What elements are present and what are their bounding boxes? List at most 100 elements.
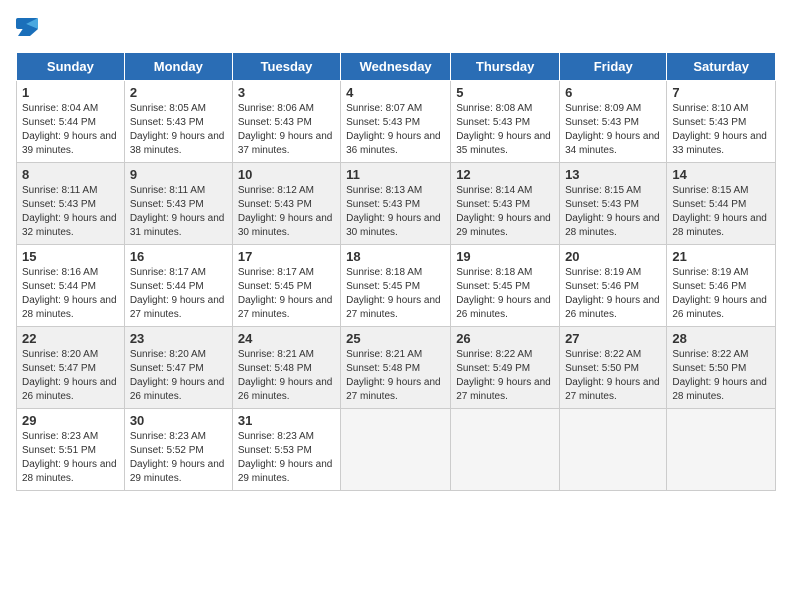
day-number: 28 xyxy=(672,331,770,346)
day-info: Sunrise: 8:23 AMSunset: 5:52 PMDaylight:… xyxy=(130,430,227,486)
calendar-day-cell: 28 Sunrise: 8:22 AMSunset: 5:50 PMDayligh… xyxy=(667,327,776,409)
day-info: Sunrise: 8:11 AMSunset: 5:43 PMDaylight:… xyxy=(22,184,119,240)
day-number: 4 xyxy=(346,85,445,100)
day-number: 17 xyxy=(238,249,335,264)
day-info: Sunrise: 8:23 AMSunset: 5:53 PMDaylight:… xyxy=(238,430,335,486)
day-number: 2 xyxy=(130,85,227,100)
day-info: Sunrise: 8:04 AMSunset: 5:44 PMDaylight:… xyxy=(22,102,119,158)
calendar-day-cell: 4 Sunrise: 8:07 AMSunset: 5:43 PMDaylight… xyxy=(341,81,451,163)
day-number: 18 xyxy=(346,249,445,264)
calendar-day-cell xyxy=(667,409,776,491)
calendar-day-cell: 24 Sunrise: 8:21 AMSunset: 5:48 PMDayligh… xyxy=(232,327,340,409)
day-number: 6 xyxy=(565,85,661,100)
day-number: 25 xyxy=(346,331,445,346)
calendar-day-cell: 6 Sunrise: 8:09 AMSunset: 5:43 PMDaylight… xyxy=(560,81,667,163)
calendar-day-cell: 26Sunrise: 8:22 AMSunset: 5:49 PMDayligh… xyxy=(451,327,560,409)
calendar-week-row: 1 Sunrise: 8:04 AMSunset: 5:44 PMDaylight… xyxy=(17,81,776,163)
calendar-day-cell: 10 Sunrise: 8:12 AMSunset: 5:43 PMDayligh… xyxy=(232,163,340,245)
day-info: Sunrise: 8:09 AMSunset: 5:43 PMDaylight:… xyxy=(565,102,661,158)
day-number: 19 xyxy=(456,249,554,264)
day-header-thursday: Thursday xyxy=(451,53,560,81)
day-info: Sunrise: 8:12 AMSunset: 5:43 PMDaylight:… xyxy=(238,184,335,240)
calendar-day-cell: 8 Sunrise: 8:11 AMSunset: 5:43 PMDaylight… xyxy=(17,163,125,245)
calendar-week-row: 22Sunrise: 8:20 AMSunset: 5:47 PMDayligh… xyxy=(17,327,776,409)
day-info: Sunrise: 8:19 AMSunset: 5:46 PMDaylight:… xyxy=(565,266,661,322)
calendar-day-cell: 1 Sunrise: 8:04 AMSunset: 5:44 PMDaylight… xyxy=(17,81,125,163)
day-number: 21 xyxy=(672,249,770,264)
day-number: 20 xyxy=(565,249,661,264)
calendar-day-cell: 30 Sunrise: 8:23 AMSunset: 5:52 PMDayligh… xyxy=(124,409,232,491)
day-info: Sunrise: 8:20 AMSunset: 5:47 PMDaylight:… xyxy=(130,348,227,404)
calendar-day-cell: 23 Sunrise: 8:20 AMSunset: 5:47 PMDayligh… xyxy=(124,327,232,409)
calendar-day-cell: 19 Sunrise: 8:18 AMSunset: 5:45 PMDayligh… xyxy=(451,245,560,327)
day-info: Sunrise: 8:17 AMSunset: 5:44 PMDaylight:… xyxy=(130,266,227,322)
calendar-day-cell: 22Sunrise: 8:20 AMSunset: 5:47 PMDayligh… xyxy=(17,327,125,409)
general-blue-icon xyxy=(16,18,38,36)
day-info: Sunrise: 8:14 AMSunset: 5:43 PMDaylight:… xyxy=(456,184,554,240)
day-info: Sunrise: 8:22 AMSunset: 5:50 PMDaylight:… xyxy=(672,348,770,404)
day-header-sunday: Sunday xyxy=(17,53,125,81)
calendar-day-cell: 13 Sunrise: 8:15 AMSunset: 5:43 PMDayligh… xyxy=(560,163,667,245)
day-number: 8 xyxy=(22,167,119,182)
calendar-day-cell: 31 Sunrise: 8:23 AMSunset: 5:53 PMDayligh… xyxy=(232,409,340,491)
calendar-day-cell: 5 Sunrise: 8:08 AMSunset: 5:43 PMDaylight… xyxy=(451,81,560,163)
day-number: 3 xyxy=(238,85,335,100)
day-number: 9 xyxy=(130,167,227,182)
calendar-day-cell: 16 Sunrise: 8:17 AMSunset: 5:44 PMDayligh… xyxy=(124,245,232,327)
day-info: Sunrise: 8:19 AMSunset: 5:46 PMDaylight:… xyxy=(672,266,770,322)
day-info: Sunrise: 8:18 AMSunset: 5:45 PMDaylight:… xyxy=(456,266,554,322)
calendar-day-cell: 7 Sunrise: 8:10 AMSunset: 5:43 PMDaylight… xyxy=(667,81,776,163)
day-number: 23 xyxy=(130,331,227,346)
calendar-day-cell: 18 Sunrise: 8:18 AMSunset: 5:45 PMDayligh… xyxy=(341,245,451,327)
day-info: Sunrise: 8:15 AMSunset: 5:44 PMDaylight:… xyxy=(672,184,770,240)
calendar-week-row: 8 Sunrise: 8:11 AMSunset: 5:43 PMDaylight… xyxy=(17,163,776,245)
calendar-day-cell: 27 Sunrise: 8:22 AMSunset: 5:50 PMDayligh… xyxy=(560,327,667,409)
day-info: Sunrise: 8:08 AMSunset: 5:43 PMDaylight:… xyxy=(456,102,554,158)
day-number: 15 xyxy=(22,249,119,264)
day-info: Sunrise: 8:16 AMSunset: 5:44 PMDaylight:… xyxy=(22,266,119,322)
day-number: 13 xyxy=(565,167,661,182)
day-info: Sunrise: 8:05 AMSunset: 5:43 PMDaylight:… xyxy=(130,102,227,158)
calendar-day-cell: 25 Sunrise: 8:21 AMSunset: 5:48 PMDayligh… xyxy=(341,327,451,409)
day-info: Sunrise: 8:18 AMSunset: 5:45 PMDaylight:… xyxy=(346,266,445,322)
day-info: Sunrise: 8:21 AMSunset: 5:48 PMDaylight:… xyxy=(238,348,335,404)
day-info: Sunrise: 8:15 AMSunset: 5:43 PMDaylight:… xyxy=(565,184,661,240)
day-header-saturday: Saturday xyxy=(667,53,776,81)
day-header-tuesday: Tuesday xyxy=(232,53,340,81)
day-number: 31 xyxy=(238,413,335,428)
calendar-day-cell xyxy=(341,409,451,491)
day-number: 5 xyxy=(456,85,554,100)
day-number: 1 xyxy=(22,85,119,100)
day-number: 12 xyxy=(456,167,554,182)
calendar-day-cell xyxy=(560,409,667,491)
day-number: 29 xyxy=(22,413,119,428)
calendar-day-cell: 14Sunrise: 8:15 AMSunset: 5:44 PMDayligh… xyxy=(667,163,776,245)
day-number: 27 xyxy=(565,331,661,346)
calendar-day-cell: 11Sunrise: 8:13 AMSunset: 5:43 PMDayligh… xyxy=(341,163,451,245)
day-info: Sunrise: 8:10 AMSunset: 5:43 PMDaylight:… xyxy=(672,102,770,158)
day-header-wednesday: Wednesday xyxy=(341,53,451,81)
day-number: 11 xyxy=(346,167,445,182)
day-header-friday: Friday xyxy=(560,53,667,81)
day-info: Sunrise: 8:21 AMSunset: 5:48 PMDaylight:… xyxy=(346,348,445,404)
day-number: 24 xyxy=(238,331,335,346)
day-info: Sunrise: 8:07 AMSunset: 5:43 PMDaylight:… xyxy=(346,102,445,158)
calendar-day-cell: 20 Sunrise: 8:19 AMSunset: 5:46 PMDayligh… xyxy=(560,245,667,327)
day-info: Sunrise: 8:22 AMSunset: 5:50 PMDaylight:… xyxy=(565,348,661,404)
calendar-week-row: 15 Sunrise: 8:16 AMSunset: 5:44 PMDayligh… xyxy=(17,245,776,327)
day-number: 10 xyxy=(238,167,335,182)
calendar-day-cell: 3Sunrise: 8:06 AMSunset: 5:43 PMDaylight… xyxy=(232,81,340,163)
day-number: 7 xyxy=(672,85,770,100)
days-header-row: SundayMondayTuesdayWednesdayThursdayFrid… xyxy=(17,53,776,81)
day-number: 16 xyxy=(130,249,227,264)
day-info: Sunrise: 8:22 AMSunset: 5:49 PMDaylight:… xyxy=(456,348,554,404)
calendar-day-cell xyxy=(451,409,560,491)
day-info: Sunrise: 8:20 AMSunset: 5:47 PMDaylight:… xyxy=(22,348,119,404)
calendar-table: SundayMondayTuesdayWednesdayThursdayFrid… xyxy=(16,52,776,491)
day-header-monday: Monday xyxy=(124,53,232,81)
page-container: SundayMondayTuesdayWednesdayThursdayFrid… xyxy=(16,16,776,491)
calendar-day-cell: 12 Sunrise: 8:14 AMSunset: 5:43 PMDayligh… xyxy=(451,163,560,245)
calendar-week-row: 29Sunrise: 8:23 AMSunset: 5:51 PMDayligh… xyxy=(17,409,776,491)
day-number: 30 xyxy=(130,413,227,428)
day-info: Sunrise: 8:11 AMSunset: 5:43 PMDaylight:… xyxy=(130,184,227,240)
